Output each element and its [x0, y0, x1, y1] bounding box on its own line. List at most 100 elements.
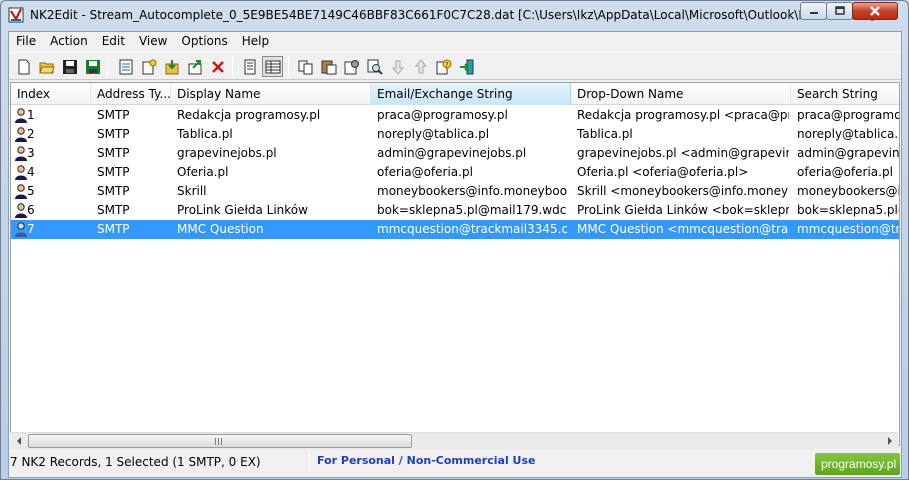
scroll-thumb[interactable] [28, 434, 412, 448]
paste-icon [321, 60, 336, 74]
settings-button[interactable] [341, 56, 362, 77]
toolbar-separator [288, 57, 289, 76]
nk2-records-list[interactable]: Index Address Ty... Display Name Email/E… [10, 82, 900, 446]
move-down-icon [391, 60, 404, 75]
exit-button[interactable] [456, 56, 477, 77]
cell-drop-down-name: MMC Question <mmcquestion@tra... [577, 222, 789, 236]
cell-display-name: MMC Question [177, 222, 264, 236]
cell-search-string: noreply@tablica.pl [797, 127, 900, 141]
move-up-button[interactable] [410, 56, 431, 77]
cell-drop-down-name: Oferia.pl <oferia@oferia.pl> [577, 165, 749, 179]
cell-email: mmcquestion@trackmail3345.com [377, 222, 567, 236]
cell-address-type: SMTP [97, 222, 130, 236]
cell-drop-down-name: Tablica.pl [577, 127, 633, 141]
menu-action[interactable]: Action [43, 32, 95, 51]
settings-icon [344, 59, 359, 74]
minimize-button[interactable] [800, 2, 827, 20]
import-icon [165, 59, 178, 74]
move-down-button[interactable] [387, 56, 408, 77]
cell-search-string: admin@grapevinejo [797, 146, 900, 160]
menu-options[interactable]: Options [174, 32, 234, 51]
horizontal-scrollbar[interactable] [10, 432, 898, 449]
new-file-icon [18, 59, 29, 74]
app-icon [8, 7, 24, 23]
cell-address-type: SMTP [97, 203, 130, 217]
column-search-string[interactable]: Search String [791, 83, 899, 105]
close-icon [870, 6, 880, 16]
column-index[interactable]: Index [11, 83, 91, 105]
export-button[interactable] [184, 56, 205, 77]
cell-display-name: grapevinejobs.pl [177, 146, 277, 160]
save-as-button[interactable] [82, 56, 103, 77]
programosy-logo: programosy.pl [815, 453, 900, 475]
column-display-name[interactable]: Display Name [171, 83, 371, 105]
minimize-icon [809, 12, 818, 14]
move-up-icon [414, 58, 427, 73]
column-drop-down-name[interactable]: Drop-Down Name [571, 83, 791, 105]
details-view-icon [265, 60, 280, 73]
maximize-button[interactable] [826, 2, 853, 20]
contact-icon [15, 165, 27, 180]
help-icon: ? [436, 59, 451, 74]
open-button[interactable] [36, 56, 57, 77]
status-divider [309, 453, 310, 472]
save-button[interactable] [59, 56, 80, 77]
toolbar-separator [232, 57, 233, 76]
status-bar: 7 NK2 Records, 1 Selected (1 SMTP, 0 EX)… [9, 450, 901, 476]
table-row-selected[interactable]: 7 SMTP MMC Question mmcquestion@trackmai… [11, 220, 900, 239]
copy-icon [298, 60, 312, 74]
paste-button[interactable] [318, 56, 339, 77]
menu-help[interactable]: Help [235, 32, 276, 51]
find-icon [367, 59, 383, 75]
table-row[interactable]: 3 SMTP grapevinejobs.pl admin@grapevinej… [11, 144, 900, 163]
list-view-button[interactable] [239, 56, 260, 77]
table-row[interactable]: 6 SMTP ProLink Giełda Linków bok=sklepna… [11, 201, 899, 220]
column-header: Index Address Ty... Display Name Email/E… [11, 83, 899, 105]
cell-email: oferia@oferia.pl [377, 165, 473, 179]
cell-index: 3 [27, 146, 35, 160]
svg-text:?: ? [445, 61, 449, 69]
cell-display-name: Tablica.pl [177, 127, 233, 141]
cell-email: bok=sklepna5.pl@mail179.wdc02.... [377, 203, 567, 217]
cell-index: 1 [27, 108, 35, 122]
column-address-type[interactable]: Address Ty... [91, 83, 171, 105]
cell-address-type: SMTP [97, 127, 130, 141]
cell-index: 6 [27, 203, 35, 217]
column-email-exchange-string[interactable]: Email/Exchange String [371, 83, 571, 105]
cell-search-string: mmcquestion@track [797, 222, 900, 236]
menu-edit[interactable]: Edit [95, 32, 132, 51]
contact-icon [15, 203, 27, 218]
table-row[interactable]: 2 SMTP Tablica.pl noreply@tablica.pl Tab… [11, 125, 900, 144]
new-file-button[interactable] [13, 56, 34, 77]
table-row[interactable]: 1 SMTP Redakcja programosy.pl praca@prog… [11, 106, 900, 125]
properties-button[interactable] [115, 56, 136, 77]
cell-search-string: praca@programosy [797, 108, 900, 122]
close-button[interactable] [852, 2, 898, 20]
menu-file[interactable]: File [9, 32, 43, 51]
cell-drop-down-name: grapevinejobs.pl <admin@grapevine... [577, 146, 789, 160]
import-button[interactable] [161, 56, 182, 77]
contact-icon [15, 184, 27, 199]
cell-address-type: SMTP [97, 146, 130, 160]
details-view-button[interactable] [262, 56, 283, 77]
window-title: NK2Edit - Stream_Autocomplete_0_5E9BE54B… [30, 8, 875, 22]
find-button[interactable] [364, 56, 385, 77]
contact-icon [15, 108, 27, 123]
cell-display-name: ProLink Giełda Linków [177, 203, 308, 217]
toolbar: ? [9, 52, 901, 80]
scroll-left-button[interactable] [10, 433, 27, 449]
table-row[interactable]: 5 SMTP Skrill moneybookers@info.moneyboo… [11, 182, 899, 201]
cell-display-name: Redakcja programosy.pl [177, 108, 321, 122]
new-record-button[interactable] [138, 56, 159, 77]
cell-display-name: Oferia.pl [177, 165, 229, 179]
menu-view[interactable]: View [132, 32, 174, 51]
help-button[interactable]: ? [433, 56, 454, 77]
cell-address-type: SMTP [97, 184, 130, 198]
delete-button[interactable] [207, 56, 228, 77]
table-row[interactable]: 4 SMTP Oferia.pl oferia@oferia.pl Oferia… [11, 163, 899, 182]
scroll-right-button[interactable] [881, 433, 898, 449]
cell-address-type: SMTP [97, 165, 130, 179]
copy-button[interactable] [295, 56, 316, 77]
new-record-icon [142, 59, 156, 74]
title-bar[interactable]: NK2Edit - Stream_Autocomplete_0_5E9BE54B… [1, 1, 908, 30]
